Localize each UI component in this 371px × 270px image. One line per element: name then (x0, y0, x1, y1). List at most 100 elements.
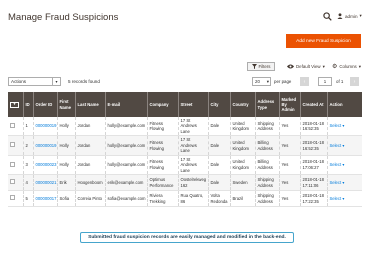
cell-created-at: 2018-01-18 17:22:35 (299, 190, 327, 208)
column-header[interactable]: First Name (56, 92, 75, 117)
cell-city: Dale (207, 155, 230, 176)
chevron-down-icon: ▾ (342, 123, 345, 129)
cell-city: Dale (207, 174, 230, 192)
row-checkbox[interactable] (8, 117, 23, 137)
chevron-down-icon: ▾ (52, 78, 60, 85)
cell-created-at: 2018-01-18 17:06:27 (299, 155, 327, 176)
column-header[interactable]: Company (146, 92, 178, 117)
caption-banner: Submitted fraud suspicion records are ea… (80, 232, 294, 243)
table-row[interactable]: 5 000000017 Sofia Correia Pinto sofia@ex… (8, 190, 362, 208)
cell-street: Rua Quatro, 86 (177, 190, 208, 208)
columns-button[interactable]: ⚙ Columns ▾ (332, 62, 361, 71)
row-checkbox[interactable] (8, 135, 23, 156)
per-page-select[interactable]: 20 ▾ (252, 77, 271, 86)
row-action-select[interactable]: Select ▾ (326, 155, 362, 176)
view-switcher[interactable]: Default View ▾ (287, 62, 325, 71)
action-label: Select (329, 179, 342, 185)
cell-address-type: Shipping Address (254, 190, 279, 208)
cell-marked: Yes (278, 135, 300, 156)
table-header-row: ▾ ID Order ID First Name Last Name E-mai… (8, 92, 362, 117)
cell-address-type: Billing Address (254, 155, 279, 176)
cell-created-at: 2018-01-18 16:52:35 (299, 135, 327, 156)
add-fraud-suspicion-button[interactable]: Add new Fraud Suspicion (286, 34, 361, 48)
actions-label: Actions (11, 79, 27, 84)
cell-last-name: Hoogenboom (74, 174, 105, 192)
cell-country: United Kingdom (229, 155, 255, 176)
cell-company: Fitness Flowing (146, 135, 178, 156)
cell-email: holly@example.com (104, 117, 147, 137)
cell-order-id[interactable]: 000000023 (32, 155, 57, 176)
cell-last-name: Correia Pinto (74, 190, 105, 208)
table-row[interactable]: 3 000000023 Holly Jordan holly@example.c… (8, 155, 362, 176)
column-header[interactable]: E-mail (104, 92, 147, 117)
column-header[interactable]: City (207, 92, 230, 117)
per-page-value: 20 (255, 79, 260, 84)
cell-city: Dale (207, 117, 230, 137)
cell-first-name: Holly (56, 117, 75, 137)
row-action-select[interactable]: Select ▾ (326, 135, 362, 156)
filters-button[interactable]: Filters (247, 62, 275, 71)
chevron-down-icon: ▾ (266, 78, 269, 84)
row-checkbox[interactable] (8, 155, 23, 176)
cell-street: Oostelrekweg 162 (177, 174, 208, 192)
per-page-label: per page (274, 79, 292, 84)
chevron-left-icon[interactable]: ‹ (300, 77, 309, 86)
cell-order-id[interactable]: 000000017 (32, 190, 57, 208)
table-row[interactable]: 1 000000019 Holly Jordan holly@example.c… (8, 117, 362, 137)
view-label: Default View (296, 64, 321, 69)
action-label: Select (329, 195, 342, 201)
column-header[interactable]: Street (177, 92, 208, 117)
chevron-down-icon: ▾ (342, 162, 345, 168)
column-header[interactable]: Order ID (32, 92, 57, 117)
chevron-down-icon: ▾ (358, 63, 361, 69)
chevron-down-icon: ▾ (342, 195, 345, 201)
cell-first-name: Holly (56, 135, 75, 156)
cell-country: United Kingdom (229, 117, 255, 137)
column-header[interactable]: ID (22, 92, 33, 117)
cell-order-id[interactable]: 000000021 (32, 174, 57, 192)
cell-street: 17 St Andrews Lane (177, 135, 208, 156)
user-menu[interactable]: admin ▾ (337, 13, 362, 19)
cell-marked: Yes (278, 174, 300, 192)
search-icon[interactable] (323, 12, 332, 21)
gear-icon: ⚙ (332, 64, 338, 70)
cell-marked: Yes (278, 190, 300, 208)
cell-id: 5 (22, 190, 33, 208)
chevron-down-icon: ▾ (342, 179, 345, 185)
fraud-suspicions-grid: ▾ ID Order ID First Name Last Name E-mai… (8, 92, 362, 208)
cell-company: Fitness Flowing (146, 155, 178, 176)
cell-street: 17 St Andrews Lane (177, 155, 208, 176)
filters-label: Filters (258, 64, 271, 69)
row-checkbox[interactable] (8, 190, 23, 208)
cell-company: Fitness Flowing (146, 117, 178, 137)
table-row[interactable]: 2 000000019 Holly Jordan holly@example.c… (8, 135, 362, 156)
row-checkbox[interactable] (8, 174, 23, 192)
cell-id: 4 (22, 174, 33, 192)
column-header[interactable]: Country (229, 92, 255, 117)
chevron-right-icon[interactable]: › (350, 77, 359, 86)
cell-city: Dale (207, 135, 230, 156)
row-action-select[interactable]: Select ▾ (326, 174, 362, 192)
cell-company: Optimus Performance (146, 174, 178, 192)
column-header[interactable]: Marked By Admin (278, 92, 300, 117)
cell-id: 1 (22, 117, 33, 137)
row-action-select[interactable]: Select ▾ (326, 117, 362, 137)
column-header[interactable]: Created At (299, 92, 327, 117)
actions-dropdown[interactable]: Actions ▾ (8, 77, 61, 86)
select-all-checkbox[interactable]: ▾ (8, 92, 23, 117)
table-row[interactable]: 4 000000021 Erik Hoogenboom erik@example… (8, 174, 362, 192)
cell-city: Volta Redonda (207, 190, 230, 208)
page-input[interactable]: 1 (318, 77, 332, 86)
cell-created-at: 2018-01-18 17:11:06 (299, 174, 327, 192)
cell-country: United Kingdom (229, 135, 255, 156)
cell-last-name: Jordan (74, 117, 105, 137)
cell-order-id[interactable]: 000000019 (32, 117, 57, 137)
column-header[interactable]: Last Name (74, 92, 105, 117)
action-label: Select (329, 123, 342, 129)
column-header[interactable]: Address Type (254, 92, 279, 117)
cell-address-type: Billing Address (254, 135, 279, 156)
action-label: Select (329, 162, 342, 168)
cell-id: 2 (22, 135, 33, 156)
cell-order-id[interactable]: 000000019 (32, 135, 57, 156)
row-action-select[interactable]: Select ▾ (326, 190, 362, 208)
